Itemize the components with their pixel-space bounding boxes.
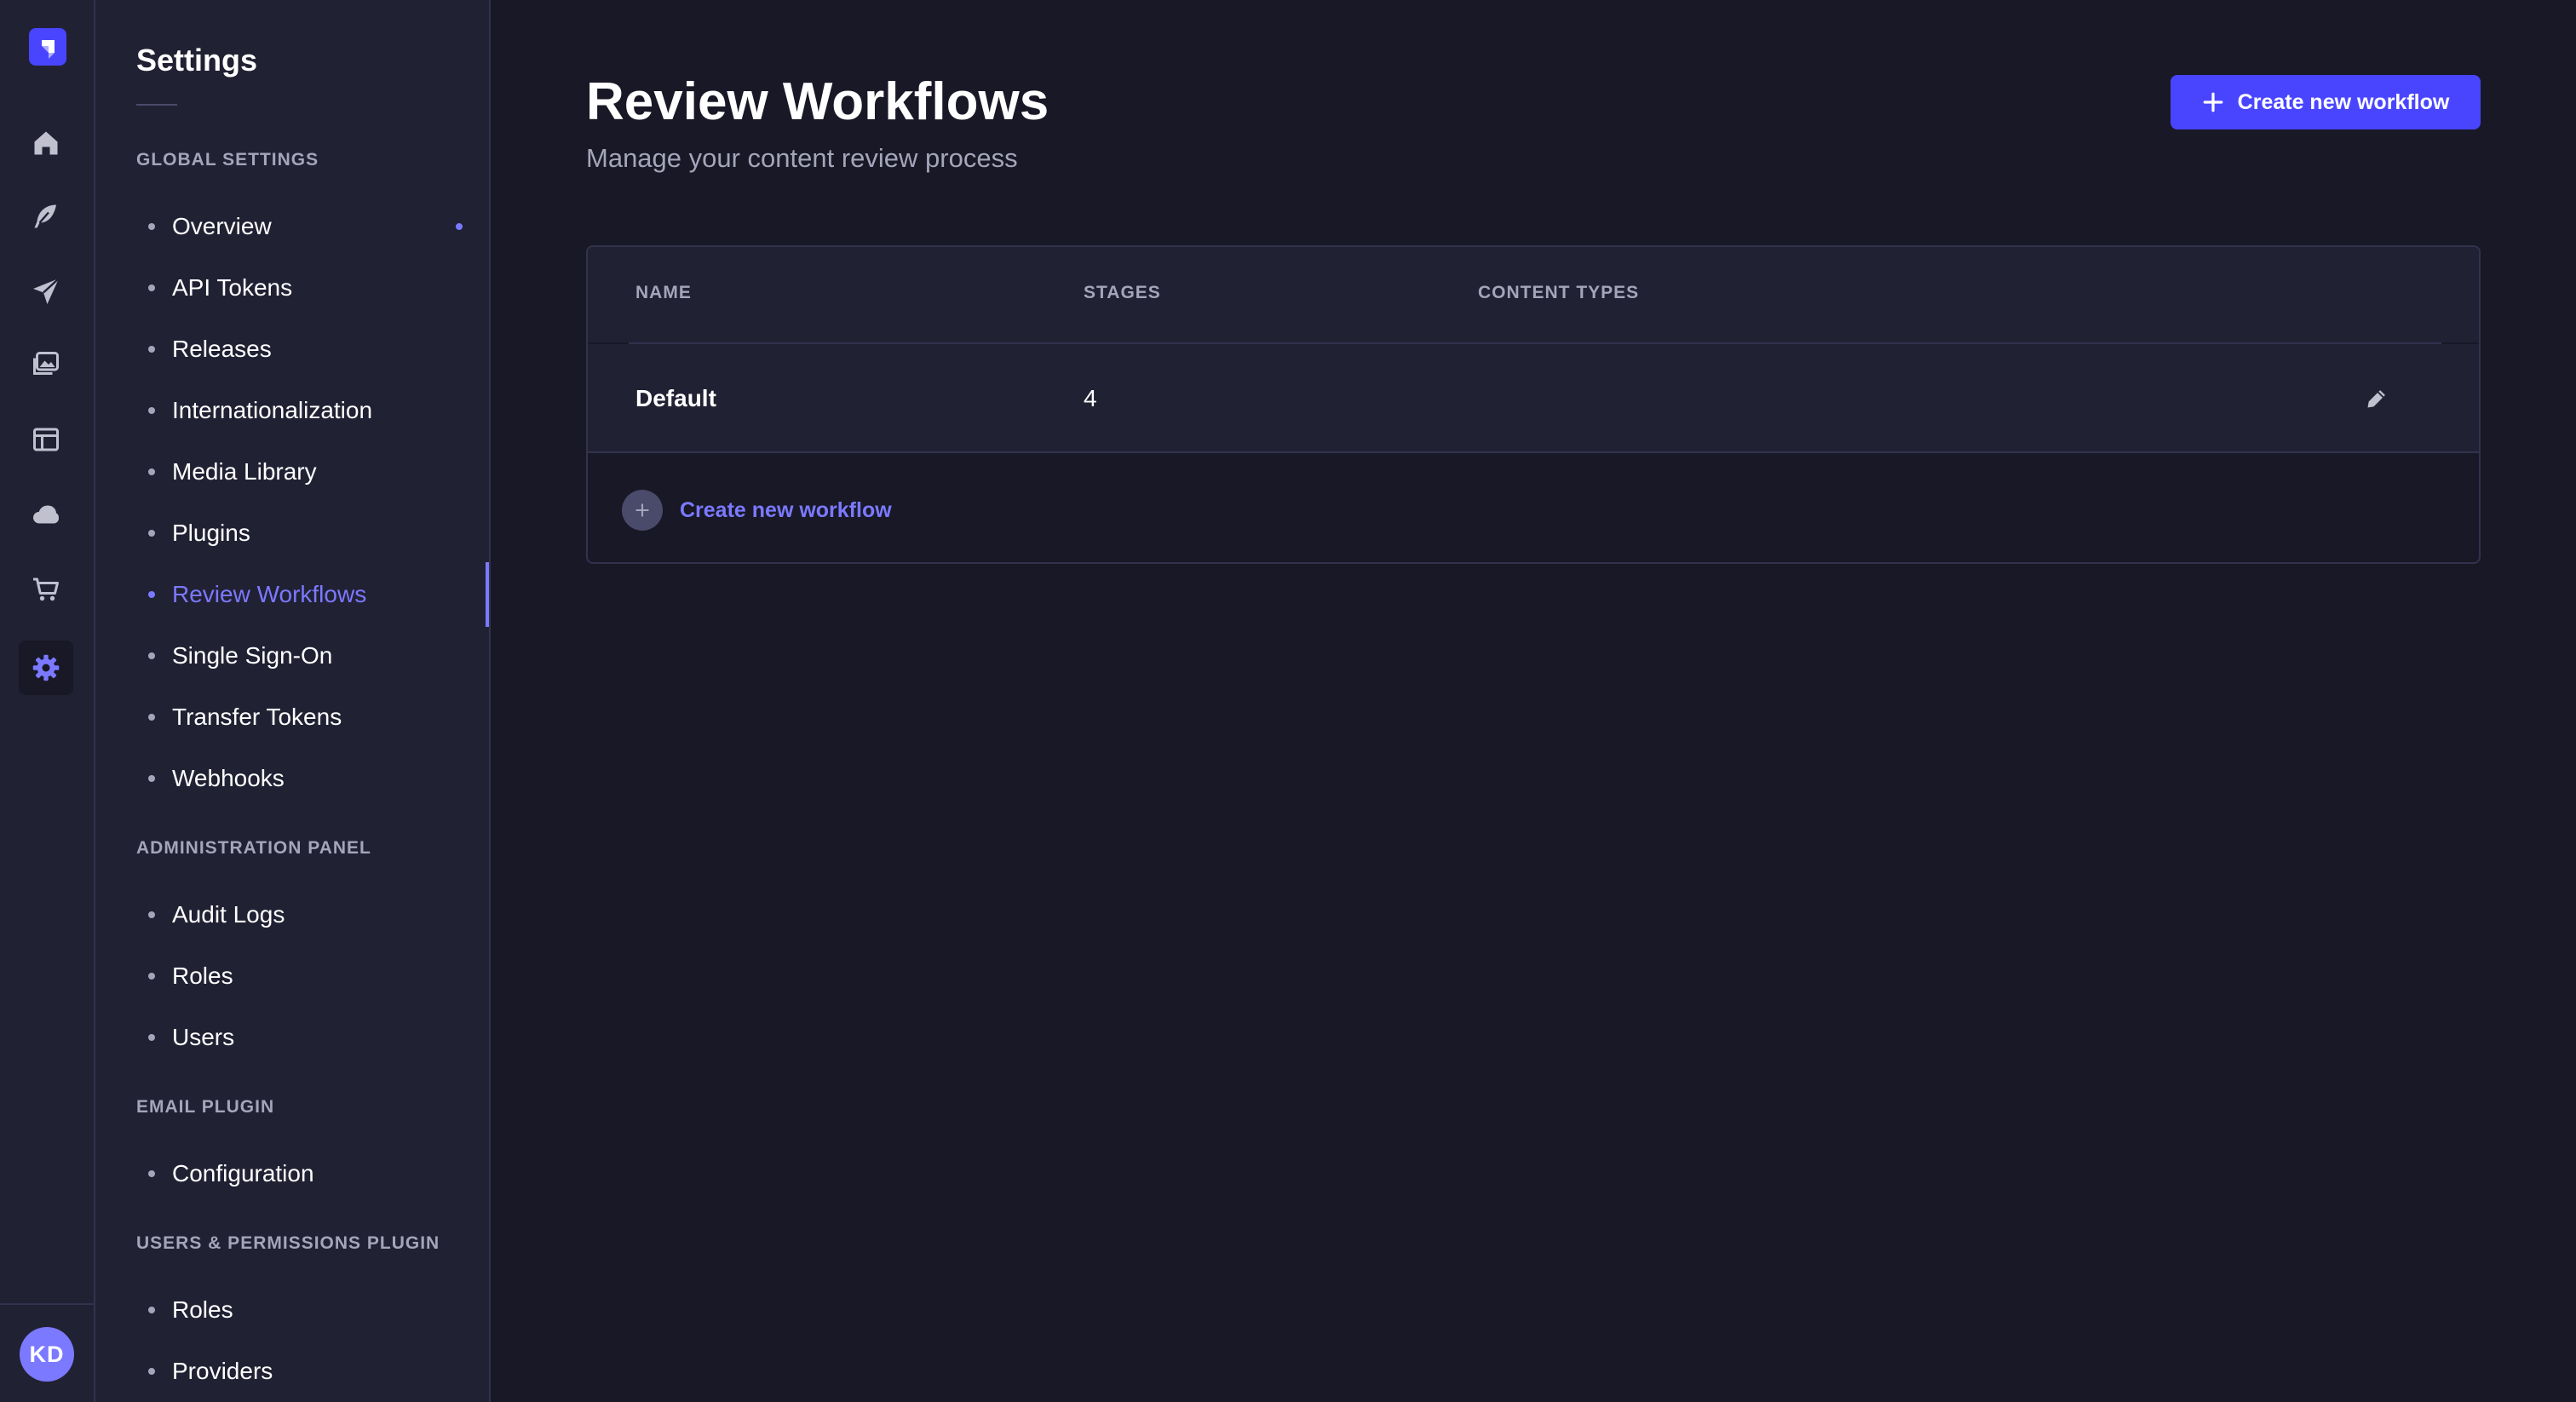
subnav-item-overview[interactable]: Overview xyxy=(136,201,489,252)
subnav-item-users[interactable]: Users xyxy=(136,1012,489,1063)
subnav-item-releases[interactable]: Releases xyxy=(136,324,489,375)
subnav-item-internationalization[interactable]: Internationalization xyxy=(136,385,489,436)
subnav-item-label: Overview xyxy=(172,213,272,239)
bullet-icon xyxy=(148,591,155,598)
subnav-item-label: Review Workflows xyxy=(172,581,367,607)
bullet-icon xyxy=(148,284,155,291)
page-subtitle: Manage your content review process xyxy=(586,143,1018,173)
settings-subnav: Settings GLOBAL SETTINGS Overview API To… xyxy=(95,0,491,1402)
subnav-item-label: Transfer Tokens xyxy=(172,704,342,730)
column-header-content-types[interactable]: CONTENT TYPES xyxy=(1478,283,1639,303)
layout-icon[interactable] xyxy=(19,412,73,467)
bullet-icon xyxy=(148,530,155,537)
create-workflow-button[interactable]: Create new workflow xyxy=(2171,75,2481,129)
subnav-item-label: Single Sign-On xyxy=(172,642,333,669)
subnav-item-label: Roles xyxy=(172,1296,233,1323)
bullet-icon xyxy=(148,652,155,659)
subnav-item-label: Internationalization xyxy=(172,397,373,423)
plus-icon xyxy=(2203,92,2223,112)
subnav-item-plugins[interactable]: Plugins xyxy=(136,508,489,559)
subnav-item-single-sign-on[interactable]: Single Sign-On xyxy=(136,630,489,681)
add-workflow-label: Create new workflow xyxy=(680,497,892,522)
subnav-item-up-roles[interactable]: Roles xyxy=(136,1284,489,1336)
subnav-item-label: Releases xyxy=(172,336,272,362)
subnav-item-admin-roles[interactable]: Roles xyxy=(136,951,489,1002)
rail-divider xyxy=(0,1303,94,1305)
subnav-item-label: Users xyxy=(172,1024,235,1050)
bullet-icon xyxy=(148,346,155,353)
strapi-logo-icon[interactable] xyxy=(29,28,66,66)
workflow-name: Default xyxy=(635,385,716,411)
subnav-item-providers[interactable]: Providers xyxy=(136,1346,489,1397)
subnav-item-label: Media Library xyxy=(172,458,317,485)
edit-workflow-button[interactable] xyxy=(2356,378,2397,419)
bullet-icon xyxy=(148,1368,155,1375)
subnav-item-api-tokens[interactable]: API Tokens xyxy=(136,262,489,313)
paper-plane-icon[interactable] xyxy=(19,264,73,319)
bullet-icon xyxy=(148,1307,155,1313)
app-root: KD Settings GLOBAL SETTINGS Overview API… xyxy=(0,0,2576,1402)
bullet-icon xyxy=(148,775,155,782)
feather-icon[interactable] xyxy=(19,189,73,244)
add-workflow-row[interactable]: Create new workflow xyxy=(622,487,892,533)
pencil-icon xyxy=(2367,390,2385,408)
section-label-email-plugin: EMAIL PLUGIN xyxy=(136,1097,275,1117)
subnav-item-label: Webhooks xyxy=(172,765,285,791)
subnav-item-label: Roles xyxy=(172,962,233,989)
subnav-item-label: Providers xyxy=(172,1358,273,1384)
subnav-divider xyxy=(136,104,177,106)
bullet-icon xyxy=(148,1034,155,1041)
images-icon[interactable] xyxy=(19,337,73,392)
bullet-icon xyxy=(148,223,155,230)
new-indicator-dot xyxy=(456,223,463,230)
subnav-item-review-workflows[interactable]: Review Workflows xyxy=(136,562,489,627)
home-icon[interactable] xyxy=(19,116,73,170)
bullet-icon xyxy=(148,911,155,918)
subnav-item-media-library[interactable]: Media Library xyxy=(136,446,489,497)
subnav-item-label: Audit Logs xyxy=(172,901,285,928)
table-row[interactable]: Default 4 xyxy=(588,344,2479,453)
add-circle-icon xyxy=(622,490,663,531)
bullet-icon xyxy=(148,973,155,980)
bullet-icon xyxy=(148,407,155,414)
workflows-table: NAME STAGES CONTENT TYPES Default 4 Crea… xyxy=(586,245,2481,564)
shopping-cart-icon[interactable] xyxy=(19,562,73,617)
page-title: Review Workflows xyxy=(586,72,1049,131)
user-avatar[interactable]: KD xyxy=(20,1327,74,1382)
subnav-title: Settings xyxy=(136,43,258,78)
section-label-global-settings: GLOBAL SETTINGS xyxy=(136,150,319,170)
gear-icon[interactable] xyxy=(19,641,73,695)
subnav-item-label: Configuration xyxy=(172,1160,314,1187)
subnav-item-label: Plugins xyxy=(172,520,250,546)
section-label-users-permissions-plugin: USERS & PERMISSIONS PLUGIN xyxy=(136,1233,440,1253)
column-header-name[interactable]: NAME xyxy=(635,283,692,303)
bullet-icon xyxy=(148,714,155,721)
main-nav-rail: KD xyxy=(0,0,95,1402)
bullet-icon xyxy=(148,1170,155,1177)
bullet-icon xyxy=(148,468,155,475)
workflow-stages: 4 xyxy=(1084,385,1097,411)
cloud-icon[interactable] xyxy=(19,487,73,542)
subnav-item-audit-logs[interactable]: Audit Logs xyxy=(136,889,489,940)
subnav-item-label: API Tokens xyxy=(172,274,293,301)
column-header-stages[interactable]: STAGES xyxy=(1084,283,1161,303)
subnav-item-transfer-tokens[interactable]: Transfer Tokens xyxy=(136,692,489,743)
section-label-administration-panel: ADMINISTRATION PANEL xyxy=(136,838,371,858)
subnav-item-webhooks[interactable]: Webhooks xyxy=(136,753,489,804)
create-workflow-button-label: Create new workflow xyxy=(2237,89,2450,114)
table-header: NAME STAGES CONTENT TYPES xyxy=(588,247,2479,342)
subnav-item-configuration[interactable]: Configuration xyxy=(136,1148,489,1199)
